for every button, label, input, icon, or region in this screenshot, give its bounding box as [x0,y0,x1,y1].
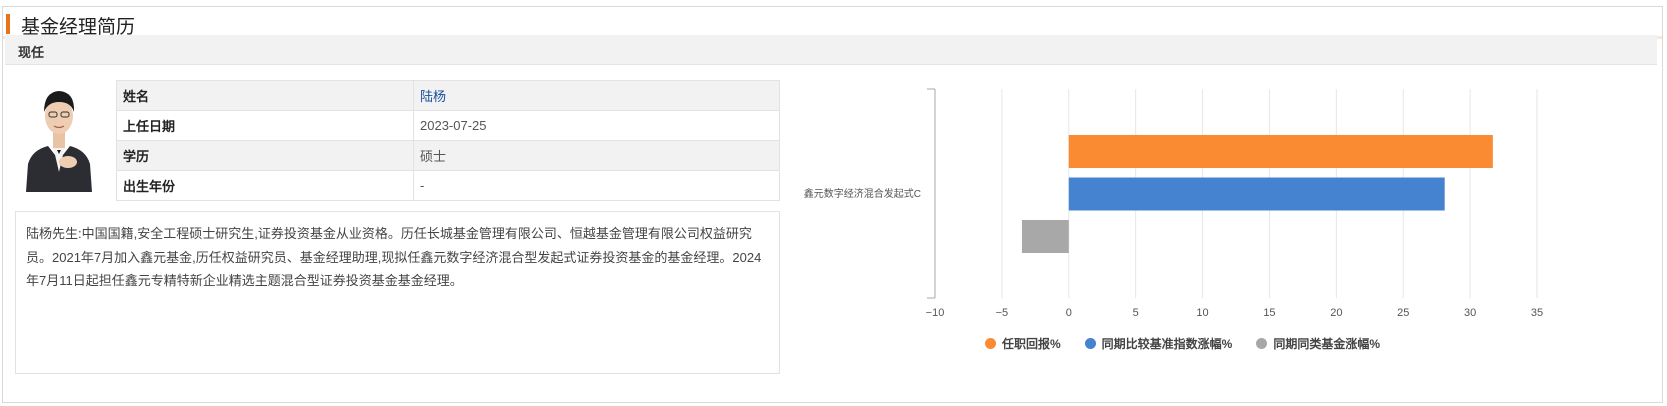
education-label: 学历 [116,140,414,171]
legend-label: 同期同类基金涨幅% [1273,337,1381,351]
table-row: 姓名 陆杨 [116,80,780,111]
bar-3 [1021,220,1069,253]
x-tick-label: 10 [1196,307,1208,319]
performance-chart: −10 −5 0 5 10 15 20 25 30 35 鑫元数字经济混合发起式C 任职回报% 同期比… [790,80,1560,380]
table-row: 学历 硕士 [116,140,780,171]
legend-dot-icon [1084,338,1096,349]
chart-canvas: −10 −5 0 5 10 15 20 25 30 35 鑫元数字经济混合发起式C [804,88,1543,319]
x-tick-label: 15 [1263,307,1275,319]
x-tick-label: 35 [1531,307,1543,319]
x-tick-label: 20 [1330,307,1342,319]
legend-dot-icon [1256,338,1268,349]
legend-item[interactable]: 任职回报% [985,335,1061,352]
name-label: 姓名 [116,80,414,111]
legend-label: 任职回报% [1002,337,1061,351]
x-tick-label: 5 [1133,307,1139,319]
bar-2 [1068,177,1445,211]
start-date-value: 2023-07-25 [413,110,780,141]
x-tick-label: −5 [996,307,1009,319]
x-tick-label: 30 [1464,307,1476,319]
start-date-label: 上任日期 [116,110,414,141]
x-tick-label: 0 [1066,307,1072,319]
x-tick-label: 25 [1397,307,1409,319]
manager-bio: 陆杨先生:中国国籍,安全工程硕士研究生,证券投资基金从业资格。历任长城基金管理有… [15,211,780,374]
birth-year-label: 出生年份 [116,170,414,201]
chart-legend: 任职回报% 同期比较基准指数涨幅% 同期同类基金涨幅% [985,335,1404,353]
x-tick-label: −10 [926,307,945,319]
table-row: 出生年份 - [116,170,780,201]
legend-item[interactable]: 同期比较基准指数涨幅% [1084,335,1233,352]
education-value: 硕士 [413,140,780,171]
table-row: 上任日期 2023-07-25 [116,110,780,141]
category-label: 鑫元数字经济混合发起式C [804,187,921,200]
manager-avatar [24,80,94,192]
manager-name-link[interactable]: 陆杨 [413,80,780,111]
subheader-label: 现任 [18,45,45,60]
current-subheader: 现任 [5,35,1657,65]
legend-item[interactable]: 同期同类基金涨幅% [1256,335,1380,352]
legend-dot-icon [985,338,996,349]
profile-table: 姓名 陆杨 上任日期 2023-07-25 学历 硕士 出生年份 - [116,80,780,201]
title-accent-bar [6,14,10,34]
legend-label: 同期比较基准指数涨幅% [1101,337,1233,351]
birth-year-value: - [413,170,780,201]
bar-1 [1068,135,1493,168]
